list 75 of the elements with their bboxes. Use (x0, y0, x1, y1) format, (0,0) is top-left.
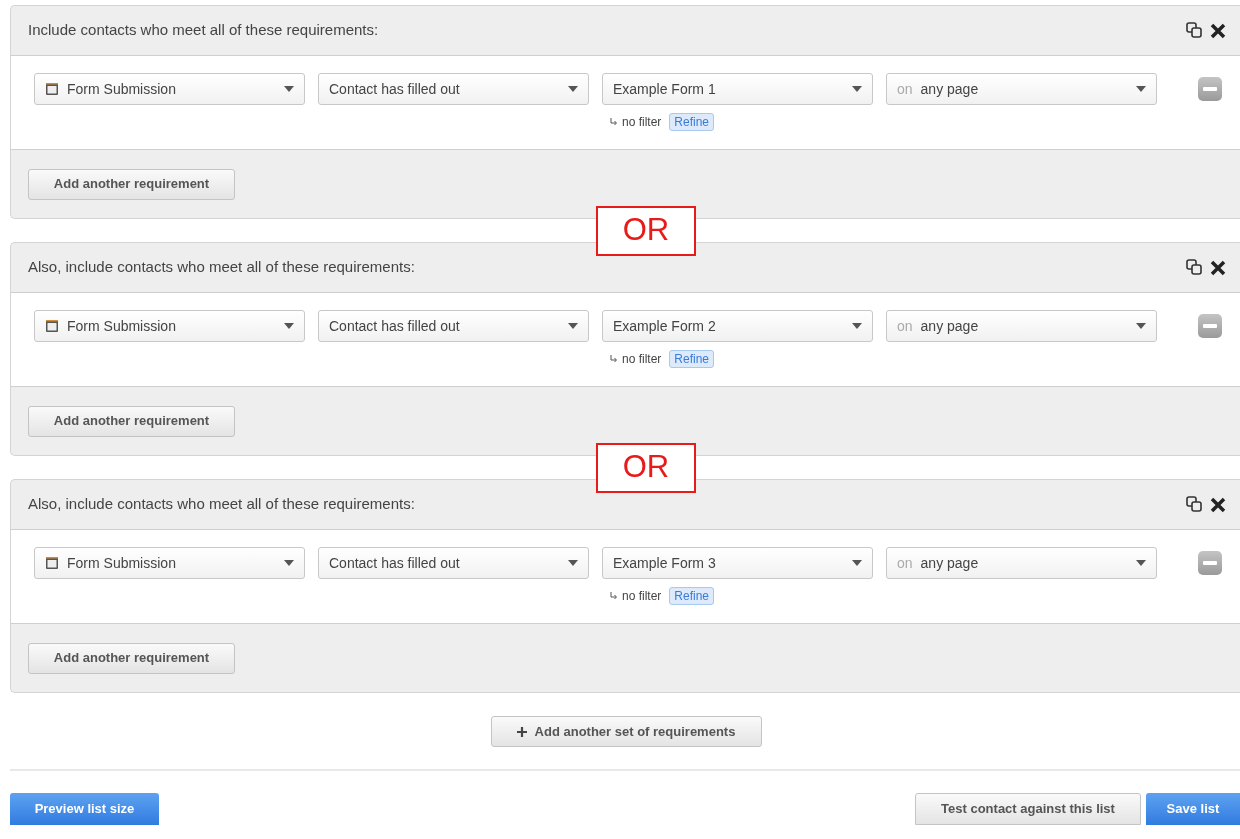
minus-icon (1203, 324, 1217, 328)
caret-icon (852, 86, 862, 92)
dropdown[interactable]: Contact has filled out (318, 73, 589, 105)
plus-icon (516, 726, 527, 737)
dropdown[interactable]: Example Form 1 (602, 73, 873, 105)
filter-label: no filter (622, 351, 662, 368)
copy-icon[interactable] (1186, 496, 1203, 513)
refine-button[interactable]: Refine (669, 350, 715, 368)
caret-icon (1136, 86, 1146, 92)
caret-icon (568, 560, 578, 566)
minus-icon (1203, 561, 1217, 565)
caret-icon (852, 560, 862, 566)
add-requirement-button[interactable]: Add another requirement (28, 642, 235, 674)
add-set-label: Add another set of requirements (534, 722, 736, 741)
caret-icon (568, 323, 578, 329)
arrow-icon (610, 355, 618, 363)
remove-button[interactable] (1198, 314, 1222, 338)
dropdown-value: Example Form 1 (613, 79, 716, 99)
dropdown[interactable]: Contact has filled out (318, 547, 589, 579)
copy-icon[interactable] (1186, 259, 1203, 276)
dropdown-value: Contact has filled out (329, 553, 460, 573)
group-title: Include contacts who meet all of these requirements: (28, 20, 379, 41)
add-requirement-button[interactable]: Add another requirement (28, 168, 235, 200)
remove-button[interactable] (1198, 77, 1222, 101)
minus-icon (1203, 87, 1217, 91)
dropdown-value: Contact has filled out (329, 79, 460, 99)
filter-label: no filter (622, 114, 662, 131)
group-title: Also, include contacts who meet all of these requirements: (28, 494, 415, 515)
dropdown[interactable]: on any page (886, 73, 1157, 105)
dropdown[interactable]: on any page (886, 547, 1157, 579)
refine-button[interactable]: Refine (669, 587, 715, 605)
dropdown[interactable]: Form Submission (34, 547, 305, 579)
dropdown[interactable]: Contact has filled out (318, 310, 589, 342)
dropdown-value: Example Form 2 (613, 316, 716, 336)
dropdown[interactable]: Example Form 2 (602, 310, 873, 342)
dropdown-value: Form Submission (67, 553, 176, 573)
copy-icon[interactable] (1186, 22, 1203, 39)
dropdown-prefix: on (897, 553, 913, 573)
caret-icon (1136, 560, 1146, 566)
remove-button[interactable] (1198, 551, 1222, 575)
dropdown-value: any page (920, 316, 979, 336)
dropdown-prefix: on (897, 79, 913, 99)
dropdown-value: Contact has filled out (329, 316, 460, 336)
dropdown-prefix: on (897, 316, 913, 336)
caret-icon (568, 86, 578, 92)
dropdown-value: Form Submission (67, 79, 176, 99)
filter-label: no filter (622, 588, 662, 605)
dropdown-value: any page (920, 553, 979, 573)
close-icon[interactable] (1210, 496, 1226, 513)
close-icon[interactable] (1210, 22, 1226, 39)
caret-icon (852, 323, 862, 329)
calendar-icon (45, 556, 59, 570)
calendar-icon (45, 319, 59, 333)
caret-icon (284, 560, 294, 566)
dropdown[interactable]: Example Form 3 (602, 547, 873, 579)
dropdown[interactable]: Form Submission (34, 310, 305, 342)
test-contact-button[interactable]: Test contact against this list (915, 793, 1141, 825)
arrow-icon (610, 592, 618, 600)
group-title: Also, include contacts who meet all of these requirements: (28, 257, 415, 278)
caret-icon (1136, 323, 1146, 329)
close-icon[interactable] (1210, 259, 1226, 276)
arrow-icon (610, 118, 618, 126)
calendar-icon (45, 82, 59, 96)
or-label: OR (596, 205, 696, 256)
add-requirement-button[interactable]: Add another requirement (28, 405, 235, 437)
dropdown[interactable]: Form Submission (34, 73, 305, 105)
dropdown-value: any page (920, 79, 979, 99)
dropdown[interactable]: on any page (886, 310, 1157, 342)
add-set-button[interactable]: Add another set of requirements (490, 716, 762, 747)
caret-icon (284, 323, 294, 329)
dropdown-value: Example Form 3 (613, 553, 716, 573)
or-label: OR (596, 442, 696, 493)
refine-button[interactable]: Refine (669, 113, 715, 131)
dropdown-value: Form Submission (67, 316, 176, 336)
caret-icon (284, 86, 294, 92)
